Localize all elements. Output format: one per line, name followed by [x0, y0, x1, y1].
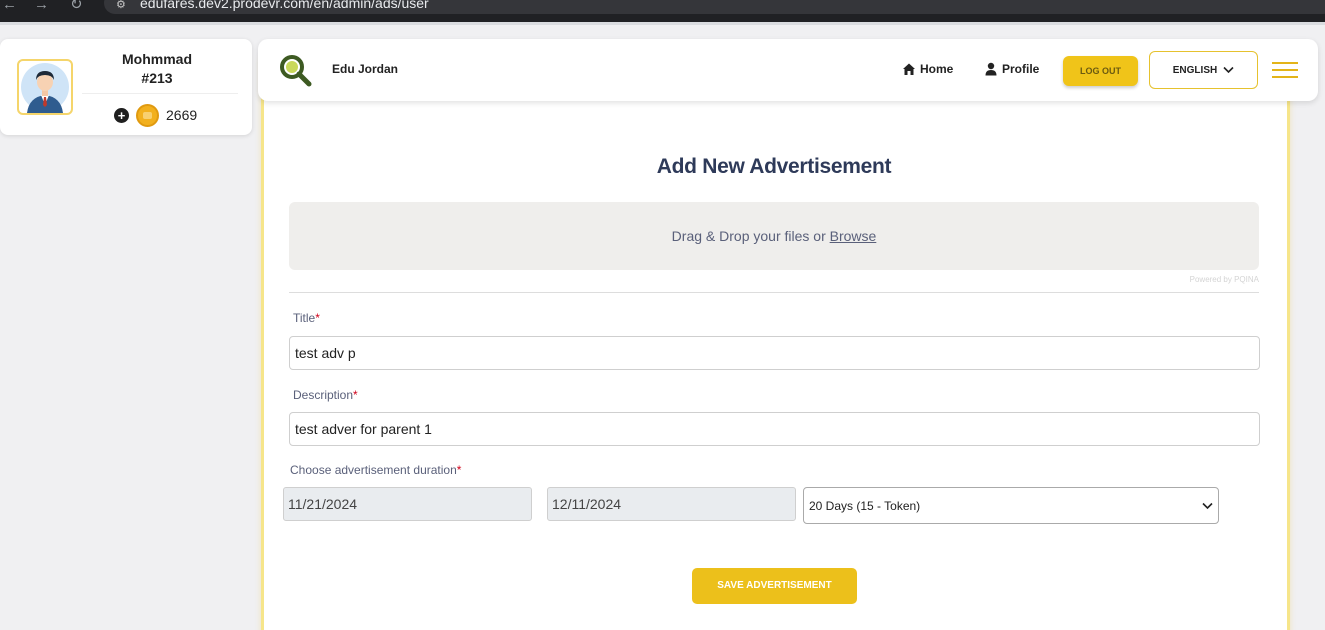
forward-arrow-icon[interactable]: →	[34, 0, 49, 12]
duration-select[interactable]: 20 Days (15 - Token)	[803, 487, 1219, 524]
end-date-input[interactable]	[547, 487, 796, 521]
logout-button[interactable]: LOG OUT	[1063, 56, 1138, 86]
brand-name[interactable]: Edu Jordan	[332, 62, 398, 76]
home-icon	[903, 63, 915, 75]
user-icon	[985, 62, 997, 76]
search-logo-icon[interactable]	[278, 53, 312, 87]
reload-icon[interactable]: ↻	[70, 0, 83, 12]
form-divider	[289, 292, 1259, 293]
language-label: ENGLISH	[1172, 64, 1218, 76]
browser-strip	[0, 22, 1325, 25]
site-info-icon[interactable]: ⚙	[116, 0, 126, 11]
address-bar[interactable]: ⚙ edufares.dev2.prodevr.com/en/admin/ads…	[104, 0, 1325, 14]
coin-icon	[136, 104, 159, 127]
title-label: Title*	[293, 311, 320, 325]
chevron-down-icon	[1202, 502, 1213, 509]
description-label: Description*	[293, 388, 358, 402]
language-dropdown[interactable]: ENGLISH	[1149, 51, 1258, 89]
duration-label: Choose advertisement duration*	[290, 463, 462, 477]
user-card: Mohmmad #213 + 2669	[0, 39, 252, 135]
save-advertisement-button[interactable]: SAVE ADVERTISEMENT	[692, 568, 857, 604]
user-name: Mohmmad	[122, 51, 192, 67]
nav-home[interactable]: Home	[902, 62, 953, 76]
description-input[interactable]	[289, 412, 1260, 446]
browse-link[interactable]: Browse	[830, 228, 877, 244]
duration-selected-value: 20 Days (15 - Token)	[809, 498, 921, 513]
nav-profile-label: Profile	[1002, 62, 1040, 76]
address-bar-url: edufares.dev2.prodevr.com/en/admin/ads/u…	[140, 0, 429, 11]
back-arrow-icon[interactable]: ←	[2, 0, 17, 12]
plus-icon[interactable]: +	[114, 108, 129, 123]
nav-home-label: Home	[920, 62, 954, 76]
browser-toolbar: ← → ↻ ⚙ edufares.dev2.prodevr.com/en/adm…	[0, 0, 1325, 22]
user-id: #213	[141, 70, 173, 86]
coin-count: 2669	[166, 107, 198, 123]
chevron-down-icon	[1223, 66, 1234, 74]
title-input[interactable]	[289, 336, 1260, 370]
dropzone-text: Drag & Drop your files or	[671, 228, 826, 244]
powered-by-label: Powered by PQINA	[1189, 275, 1259, 284]
file-dropzone[interactable]: Drag & Drop your files or Browse	[289, 202, 1259, 270]
page-title: Add New Advertisement	[656, 155, 892, 178]
nav-profile[interactable]: Profile	[984, 62, 1039, 76]
divider	[82, 93, 238, 94]
avatar-icon[interactable]	[17, 59, 73, 115]
start-date-input[interactable]	[283, 487, 532, 521]
hamburger-icon[interactable]	[1272, 62, 1298, 80]
header: Edu Jordan Home Profile LOG OUT ENGLISH	[258, 39, 1318, 101]
